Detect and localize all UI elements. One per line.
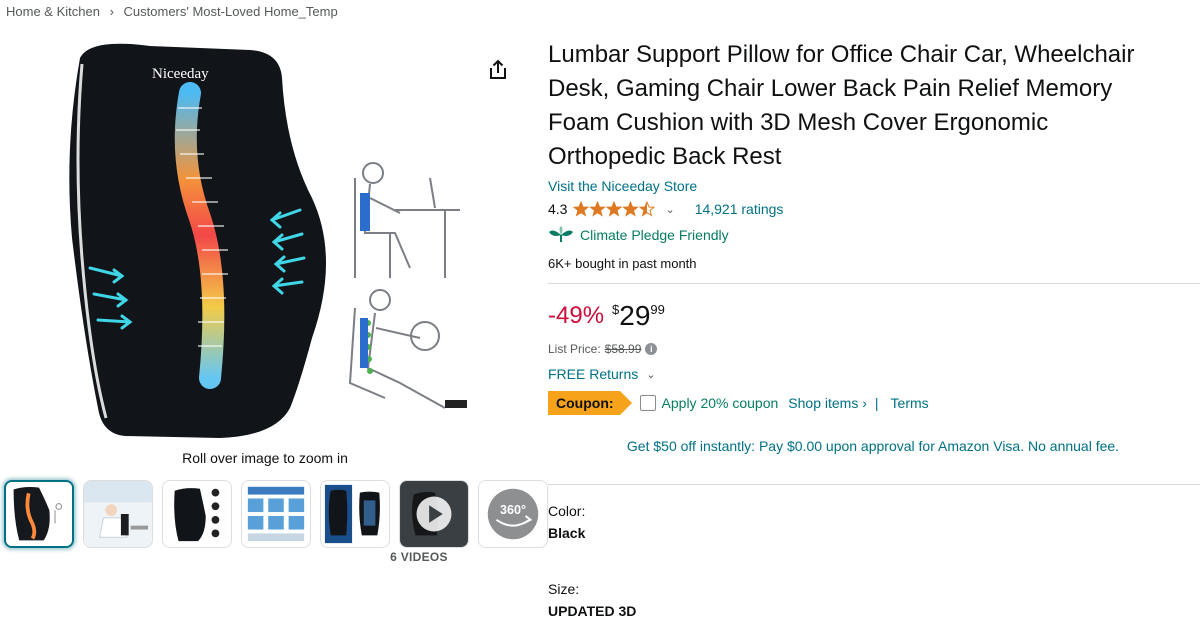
price-whole: 29: [619, 300, 651, 331]
star-icon: [589, 201, 607, 217]
free-returns[interactable]: FREE Returns ⌄: [548, 366, 1198, 382]
breadcrumb-item-most-loved[interactable]: Customers' Most-Loved Home_Temp: [124, 4, 338, 19]
coupon-badge: Coupon:: [548, 391, 631, 415]
size-label: Size:: [548, 581, 580, 597]
divider: [548, 283, 1200, 284]
breadcrumb-separator: ›: [109, 4, 114, 19]
list-price-label: List Price:: [548, 342, 601, 356]
climate-label: Climate Pledge Friendly: [580, 227, 729, 243]
thumbnail-360[interactable]: 360°: [478, 480, 548, 548]
breadcrumb-item-home-kitchen[interactable]: Home & Kitchen: [6, 4, 100, 19]
shop-items-link[interactable]: Shop items ›: [788, 395, 867, 411]
leaf-icon: [549, 226, 573, 242]
thumbnail-1[interactable]: [4, 480, 74, 548]
price-row: -49% $ 29 99: [548, 302, 1198, 334]
pillow-brand-text: Niceeday: [152, 66, 209, 82]
product-title: Lumbar Support Pillow for Office Chair C…: [548, 41, 1135, 170]
list-price-value: $58.99: [604, 342, 642, 356]
free-returns-label: FREE Returns: [548, 366, 639, 382]
thumbnail-5[interactable]: [320, 480, 390, 548]
zoom-hint: Roll over image to zoom in: [182, 450, 348, 466]
divider: [548, 484, 1200, 485]
thumbnail-2[interactable]: [83, 480, 153, 548]
discount-percent: -49%: [548, 302, 605, 329]
star-icon: [606, 201, 623, 217]
star-icon: [622, 201, 640, 217]
star-rating[interactable]: [573, 201, 657, 217]
coupon-checkbox[interactable]: [639, 395, 656, 411]
color-value: Black: [548, 525, 586, 541]
price-currency: $: [612, 302, 620, 317]
thumbnail-video[interactable]: [399, 480, 469, 548]
visa-promo-link[interactable]: Get $50 off instantly: Pay $0.00 upon ap…: [548, 438, 1198, 454]
store-link[interactable]: Visit the Niceeday Store: [548, 178, 1198, 194]
chevron-down-icon[interactable]: ⌄: [665, 203, 674, 216]
coupon-row: Coupon: Apply 20% coupon Shop items › | …: [548, 390, 1198, 416]
chevron-down-icon: ⌄: [646, 368, 656, 381]
size-value: UPDATED 3D: [548, 603, 637, 617]
star-icon: [573, 201, 590, 217]
ratings-count-link[interactable]: 14,921 ratings: [695, 201, 784, 217]
list-price-row: List Price: $58.99 i: [548, 342, 1198, 356]
color-label: Color:: [548, 503, 586, 519]
terms-link[interactable]: Terms: [891, 395, 929, 411]
product-details: Lumbar Support Pillow for Office Chair C…: [548, 38, 1200, 617]
rating-row: 4.3 ⌄ 14,921 ratings: [548, 198, 1198, 220]
main-product-image[interactable]: Niceeday: [50, 38, 475, 443]
share-icon[interactable]: [486, 58, 510, 82]
coupon-separator: |: [874, 395, 879, 411]
coupon-text[interactable]: Apply 20% coupon: [662, 395, 779, 411]
thumbnail-4[interactable]: [241, 480, 311, 548]
climate-pledge-badge[interactable]: Climate Pledge Friendly: [548, 224, 1198, 246]
breadcrumb: Home & Kitchen › Customers' Most-Loved H…: [6, 4, 338, 19]
bought-count: 6K+ bought in past month: [548, 256, 697, 271]
rating-number: 4.3: [548, 201, 568, 217]
threesixty-text: 360°: [500, 503, 526, 517]
thumbnail-3[interactable]: [162, 480, 232, 548]
videos-count-label[interactable]: 6 VIDEOS: [384, 550, 454, 564]
thumbnail-strip: 360°: [4, 480, 548, 548]
price-fraction: 99: [650, 302, 665, 317]
info-icon[interactable]: i: [645, 343, 658, 355]
half-star-icon: [639, 201, 656, 217]
